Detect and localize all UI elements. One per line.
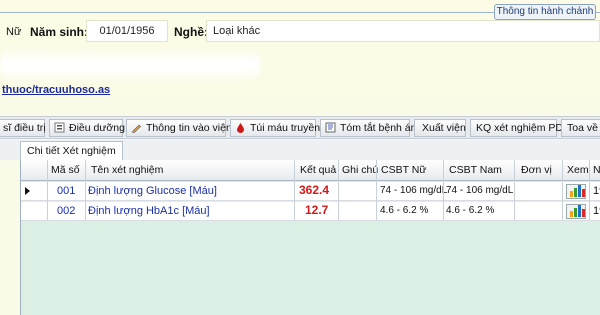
col-divider <box>589 160 590 220</box>
chart-view-icon[interactable] <box>566 204 586 219</box>
col-header-extra[interactable]: N <box>593 164 600 176</box>
col-divider <box>85 160 86 220</box>
row-result: 12.7 <box>305 203 329 217</box>
gender-value: Nữ <box>6 26 22 38</box>
discharge-prescription-button[interactable]: Toa về <box>561 119 600 137</box>
lookup-link[interactable]: thuoc/tracuuhoso.as <box>2 84 110 96</box>
group-divider-right <box>596 12 600 13</box>
row-ref-female: 4.6 - 6.2 % <box>380 205 429 216</box>
col-header-code[interactable]: Mã số <box>51 164 80 176</box>
job-label: Nghề: <box>174 25 208 39</box>
row-ref-male: 4.6 - 6.2 % <box>446 205 495 216</box>
doctor-button-label: sĩ điều trị <box>3 122 46 134</box>
col-header-unit[interactable]: Đơn vị <box>521 164 552 176</box>
col-header-test-name[interactable]: Tên xét nghiệm <box>91 164 163 176</box>
col-divider <box>376 160 377 220</box>
tab-strip: Chi tiết Xét nghiệm <box>0 140 600 160</box>
discharge-button[interactable]: Xuất viện <box>414 119 466 137</box>
col-divider <box>294 160 295 220</box>
admin-info-group-title: Thông tin hành chánh <box>494 4 596 20</box>
dob-label: Năm sinh: <box>30 25 89 39</box>
nurse-button[interactable]: Điều dưỡng <box>49 119 125 137</box>
col-header-result[interactable]: Kết quả <box>300 164 336 176</box>
blood-bag-button[interactable]: Túi máu truyền <box>230 119 320 137</box>
col-divider <box>443 160 444 220</box>
blood-drop-icon <box>235 122 246 133</box>
col-divider <box>47 160 48 220</box>
row-extra: 19 <box>593 205 600 217</box>
discharge-button-label: Xuất viện <box>422 122 466 134</box>
discharge-prescription-button-label: Toa về <box>567 122 598 134</box>
col-header-ref-female[interactable]: CSBT Nữ <box>381 164 426 176</box>
col-divider <box>338 160 339 220</box>
col-divider <box>514 160 515 220</box>
lab-result-pdf-button-label: KQ xét nghiệm PDF <box>476 122 570 134</box>
row-code: 002 <box>57 205 76 217</box>
row-test-name: Định lượng Glucose [Máu] <box>88 185 217 197</box>
summary-icon <box>325 122 336 133</box>
row-extra: 19 <box>593 185 600 197</box>
admission-info-button[interactable]: Thông tin vào viện <box>126 119 232 137</box>
redacted-area <box>0 48 260 82</box>
nurse-icon <box>54 122 65 133</box>
col-header-view[interactable]: Xem <box>567 164 589 176</box>
blood-bag-button-label: Túi máu truyền <box>250 122 321 134</box>
group-divider <box>0 12 494 13</box>
col-header-note[interactable]: Ghi chú <box>342 164 378 176</box>
tab-lab-details[interactable]: Chi tiết Xét nghiệm <box>20 141 123 160</box>
patient-info-panel: Thông tin hành chánh Nữ Năm sinh: 01/01/… <box>0 0 600 98</box>
pencil-icon <box>131 122 142 133</box>
row-result: 362.4 <box>299 183 330 197</box>
summary-button-label: Tóm tắt bệnh án <box>340 122 417 134</box>
lab-results-grid: Mã số Tên xét nghiệm Kết quả Ghi chú CSB… <box>20 160 600 315</box>
admission-info-button-label: Thông tin vào viện <box>146 122 232 134</box>
row-ref-male: 74 - 106 mg/dL <box>446 185 514 196</box>
row-code: 001 <box>57 185 76 197</box>
chart-view-icon[interactable] <box>566 184 586 199</box>
current-row-indicator-icon <box>25 187 30 195</box>
col-header-ref-male[interactable]: CSBT Nam <box>449 164 502 176</box>
doctor-button[interactable]: sĩ điều trị <box>0 119 46 137</box>
row-test-name: Định lượng HbA1c [Máu] <box>88 205 210 217</box>
col-divider <box>562 160 563 220</box>
summary-button[interactable]: Tóm tắt bệnh án <box>320 119 416 137</box>
dob-field[interactable]: 01/01/1956 <box>86 20 168 42</box>
lab-result-pdf-button[interactable]: KQ xét nghiệm PDF <box>470 119 569 137</box>
toolbar: sĩ điều trị Điều dưỡng Thông tin vào việ… <box>0 116 600 139</box>
nurse-button-label: Điều dưỡng <box>69 122 125 134</box>
row-ref-female: 74 - 106 mg/dL <box>380 185 448 196</box>
job-field[interactable]: Loại khác <box>206 20 600 42</box>
